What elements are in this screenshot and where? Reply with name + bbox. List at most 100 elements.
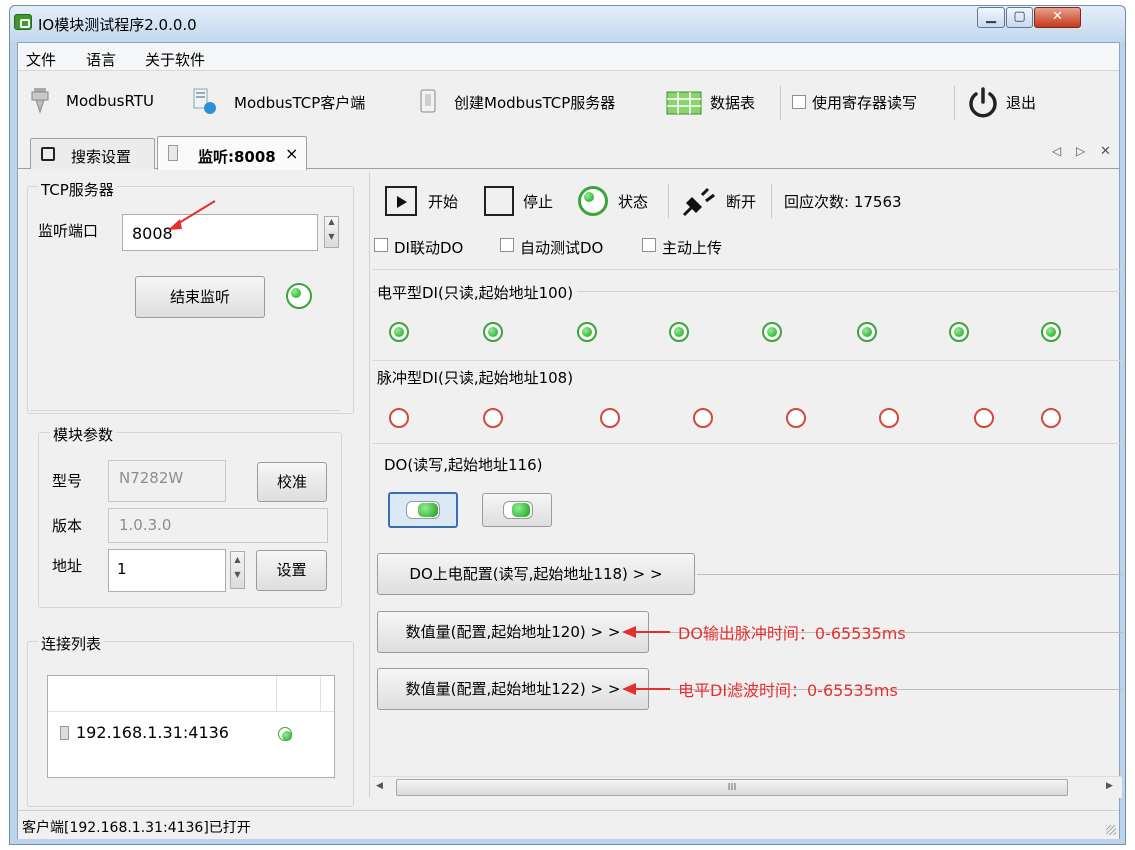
separator: [668, 184, 669, 218]
toolbar-separator: [780, 86, 781, 120]
do-poweron-config-button[interactable]: DO上电配置(读写,起始地址118) > >: [377, 553, 695, 595]
arrowhead-icon: [622, 626, 636, 638]
numeric-120-button[interactable]: 数值量(配置,起始地址120) > >: [377, 611, 649, 653]
auto-test-do-checkbox[interactable]: [500, 238, 514, 252]
do-title: DO(读写,起始地址116): [384, 456, 543, 474]
menu-file[interactable]: 文件: [26, 49, 56, 70]
disconnect-icon: [680, 183, 720, 219]
led-off-indicator-1: [483, 408, 503, 428]
close-button[interactable]: ✕: [1034, 7, 1081, 28]
resize-grip-icon[interactable]: [1106, 825, 1116, 835]
stop-listen-button[interactable]: 结束监听: [135, 276, 265, 318]
led-on-indicator-2: [577, 322, 597, 342]
led-off-indicator-7: [1041, 408, 1061, 428]
modbus-tcp-client-button[interactable]: ModbusTCP客户端: [234, 92, 365, 113]
numeric-122-button[interactable]: 数值量(配置,起始地址122) > >: [377, 668, 649, 710]
active-upload-checkbox[interactable]: [642, 238, 656, 252]
di-level-title: 电平型DI(只读,起始地址100): [377, 282, 578, 303]
led-off-indicator-4: [786, 408, 806, 428]
server-icon: [60, 726, 69, 740]
status-label: 状态: [618, 193, 649, 211]
modbus-rtu-button[interactable]: ModbusRTU: [66, 92, 154, 110]
use-register-checkbox[interactable]: [792, 95, 806, 109]
model-value: N7282W: [119, 469, 184, 487]
window-title: IO模块测试程序2.0.0.0: [38, 16, 197, 34]
data-table-icon: [666, 91, 702, 115]
scroll-right-icon[interactable]: ▶: [1106, 781, 1113, 791]
minimize-button[interactable]: ▁: [977, 7, 1005, 28]
toggle-on-indicator: [418, 503, 438, 517]
disconnect-button[interactable]: 断开: [726, 191, 756, 212]
use-register-label[interactable]: 使用寄存器读写: [812, 92, 917, 113]
do-toggle-1[interactable]: [482, 493, 552, 527]
divider: [30, 410, 340, 411]
close-icon: ✕: [1052, 9, 1063, 24]
annotation-arrow-icon: [630, 688, 670, 690]
status-led: [578, 186, 608, 216]
led-on-indicator-5: [857, 322, 877, 342]
tab-scroll-left-icon[interactable]: ◁: [1052, 144, 1061, 158]
module-params-title: 模块参数: [50, 424, 117, 445]
power-icon: [966, 85, 1000, 119]
address-input[interactable]: 1: [108, 549, 226, 592]
tab-scroll-right-icon[interactable]: ▷: [1076, 144, 1085, 158]
stop-button[interactable]: [484, 186, 514, 216]
led-on-indicator-4: [762, 322, 782, 342]
calibrate-button[interactable]: 校准: [257, 462, 327, 502]
stop-label[interactable]: 停止: [523, 191, 553, 212]
active-upload-label[interactable]: 主动上传: [662, 237, 722, 258]
start-label[interactable]: 开始: [428, 191, 458, 212]
set-address-button[interactable]: 设置: [256, 550, 327, 591]
tab-search-settings[interactable]: 搜索设置: [30, 138, 155, 169]
list-item[interactable]: 192.168.1.31:4136: [58, 723, 318, 745]
data-table-button[interactable]: 数据表: [710, 92, 755, 113]
listen-port-label: 监听端口: [38, 222, 99, 240]
led-on-indicator-1: [483, 322, 503, 342]
tab-listen-label: 监听:8008: [198, 148, 276, 166]
di-link-do-checkbox[interactable]: [374, 238, 388, 252]
maximize-icon: ▢: [1013, 9, 1026, 24]
tab-listen-8008[interactable]: 监听:8008 ×: [157, 136, 307, 170]
connection-list[interactable]: 192.168.1.31:4136: [47, 675, 335, 778]
tab-close-all-icon[interactable]: ✕: [1100, 144, 1111, 159]
di-link-do-label[interactable]: DI联动DO: [394, 237, 463, 258]
maximize-button[interactable]: ▢: [1006, 7, 1033, 28]
horizontal-scrollbar[interactable]: ◀ III ▶: [372, 776, 1122, 798]
menu-about[interactable]: 关于软件: [145, 49, 205, 70]
toolbar-separator: [954, 86, 955, 120]
start-button[interactable]: [385, 186, 417, 216]
play-icon: [397, 196, 407, 208]
scroll-thumb[interactable]: III: [396, 779, 1068, 796]
tab-search-settings-label: 搜索设置: [71, 148, 132, 166]
led-off-indicator-6: [974, 408, 994, 428]
server-icon: [168, 145, 178, 161]
tab-close-icon[interactable]: ×: [285, 144, 298, 163]
connection-status-led: [278, 727, 292, 741]
led-on-indicator-7: [1041, 322, 1061, 342]
model-field: N7282W: [108, 460, 226, 502]
arrowhead-icon: [622, 683, 636, 695]
serial-port-icon: [30, 86, 50, 116]
led-off-indicator-3: [693, 408, 713, 428]
annotation-arrow-icon: [630, 631, 670, 633]
address-spinner[interactable]: ▲ ▼: [230, 551, 245, 589]
port-spinner[interactable]: ▲ ▼: [324, 216, 339, 248]
network-client-icon: [190, 86, 220, 116]
divider: [372, 269, 1123, 270]
exit-button[interactable]: 退出: [1006, 92, 1036, 113]
address-value: 1: [117, 560, 127, 578]
version-value: 1.0.3.0: [119, 516, 172, 534]
auto-test-do-label[interactable]: 自动测试DO: [520, 237, 603, 258]
do-toggle-0[interactable]: [388, 492, 458, 528]
panel-divider: [369, 172, 370, 797]
status-bar: 客户端[192.168.1.31:4136]已打开: [18, 810, 1119, 839]
listen-status-led: [286, 283, 312, 309]
search-settings-icon: [41, 147, 55, 161]
annotation-filter-time: 电平DI滤波时间：0-65535ms: [678, 681, 898, 700]
listen-port-input[interactable]: 8008: [122, 214, 318, 251]
scroll-left-icon[interactable]: ◀: [376, 781, 383, 791]
status-text: 客户端[192.168.1.31:4136]已打开: [22, 820, 251, 836]
create-tcp-server-button[interactable]: 创建ModbusTCP服务器: [454, 92, 615, 113]
address-label: 地址: [52, 557, 83, 575]
menu-language[interactable]: 语言: [86, 49, 116, 70]
